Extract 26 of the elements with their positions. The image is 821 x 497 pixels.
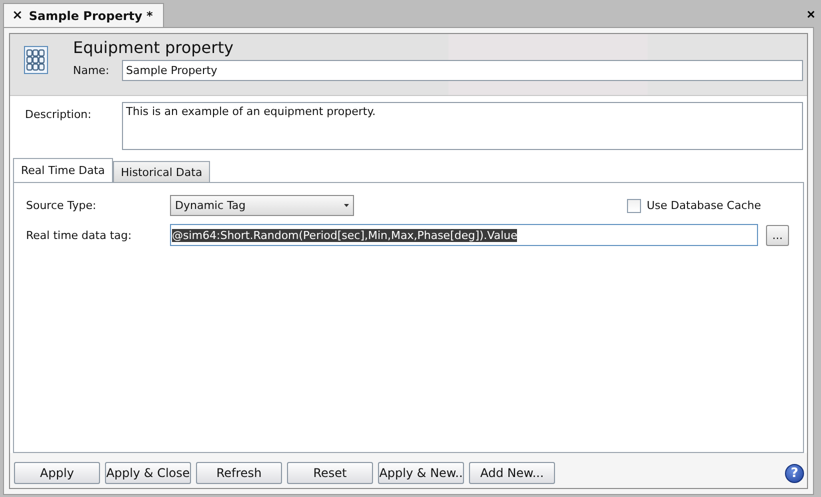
action-button[interactable]: Apply [14, 462, 100, 484]
name-label: Name: [73, 64, 110, 77]
description-field[interactable]: This is an example of an equipment property. [122, 102, 803, 150]
checkbox[interactable] [626, 198, 641, 212]
document-tab[interactable]: × Sample Property * [3, 3, 164, 27]
source-type-label: Source Type: [26, 199, 98, 212]
browse-button[interactable]: ... [766, 224, 789, 246]
name-field[interactable]: Sample Property [122, 60, 803, 81]
form-title: Equipment property [73, 38, 234, 59]
action-button[interactable]: Reset [287, 462, 373, 484]
data-tag-field[interactable]: @sim64:Short.Random(Period[sec],Min,Max,Phase[deg]).Value [170, 224, 758, 246]
action-button[interactable]: Apply & New.. [378, 462, 464, 484]
tab-title: Sample Property * [28, 8, 153, 22]
data-tag-label: Real time data tag: [26, 228, 133, 242]
source-type-dropdown[interactable]: Dynamic Tag [170, 195, 354, 216]
action-button[interactable]: Refresh [196, 462, 282, 484]
checkbox-label: Use Database Cache [646, 199, 761, 212]
action-button[interactable]: Add New... [469, 462, 555, 484]
help-icon[interactable]: ? [785, 464, 804, 482]
action-button[interactable]: Apply & Close [105, 462, 191, 484]
caret-icon [344, 204, 349, 207]
tab[interactable]: Real Time Data [13, 158, 113, 182]
description-label: Description: [25, 107, 92, 123]
tab[interactable]: Historical Data [112, 161, 210, 182]
close-button[interactable]: × [806, 6, 815, 22]
close-icon[interactable]: × [12, 8, 23, 23]
